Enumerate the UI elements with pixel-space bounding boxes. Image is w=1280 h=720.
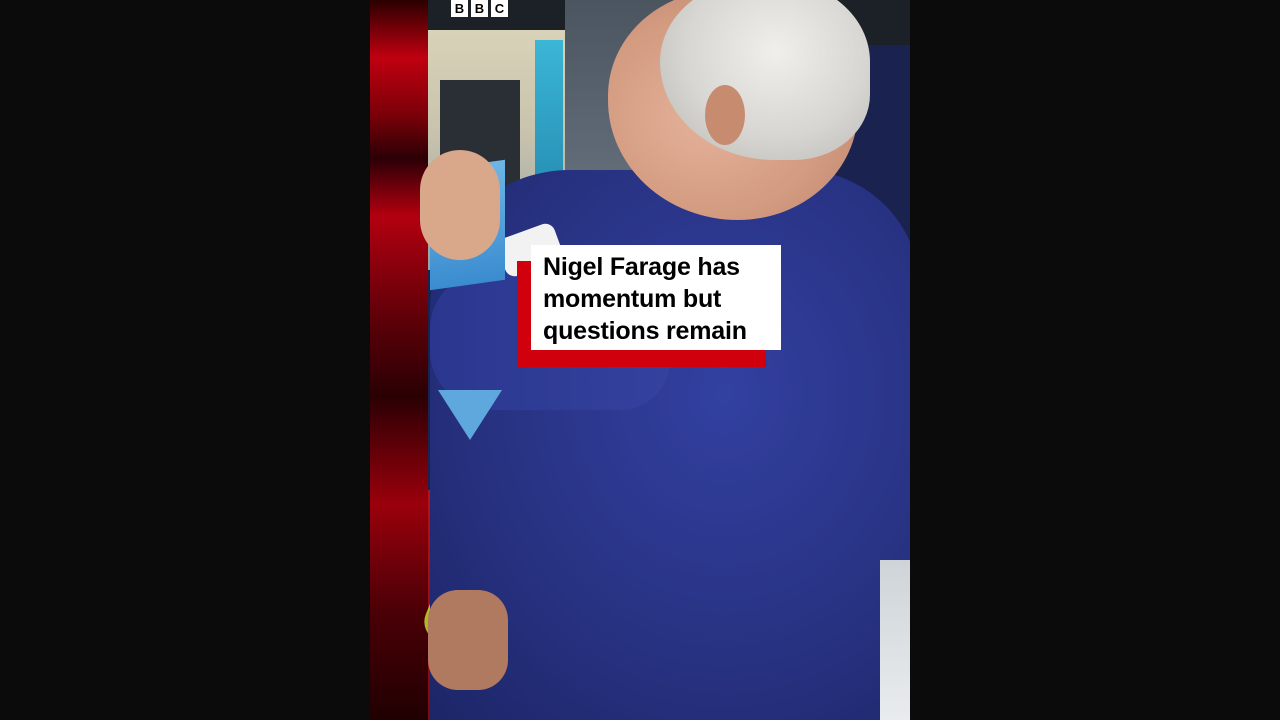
- lower-hand: [428, 590, 508, 690]
- caption-line-3: questions remain: [543, 317, 747, 345]
- video-player[interactable]: B B C Nigel Farage has momentum but ques…: [0, 0, 1280, 720]
- bbc-logo: B B C: [451, 0, 508, 17]
- man-ear: [705, 85, 745, 145]
- bbc-logo-block-1: B: [451, 0, 468, 17]
- caption-line-1: Nigel Farage has: [543, 253, 740, 281]
- bbc-logo-block-2: B: [471, 0, 488, 17]
- red-banner-strip: [370, 0, 428, 720]
- bbc-logo-block-3: C: [491, 0, 508, 17]
- background-right-edge: [880, 560, 910, 720]
- caption-line-2: momentum but: [543, 285, 722, 313]
- caption-box: Nigel Farage has momentum but questions …: [531, 245, 781, 350]
- caption-text: Nigel Farage has momentum but questions …: [543, 251, 779, 347]
- raised-hand: [420, 150, 500, 260]
- blue-flag-tail: [438, 390, 502, 440]
- headline-caption: Nigel Farage has momentum but questions …: [517, 245, 781, 367]
